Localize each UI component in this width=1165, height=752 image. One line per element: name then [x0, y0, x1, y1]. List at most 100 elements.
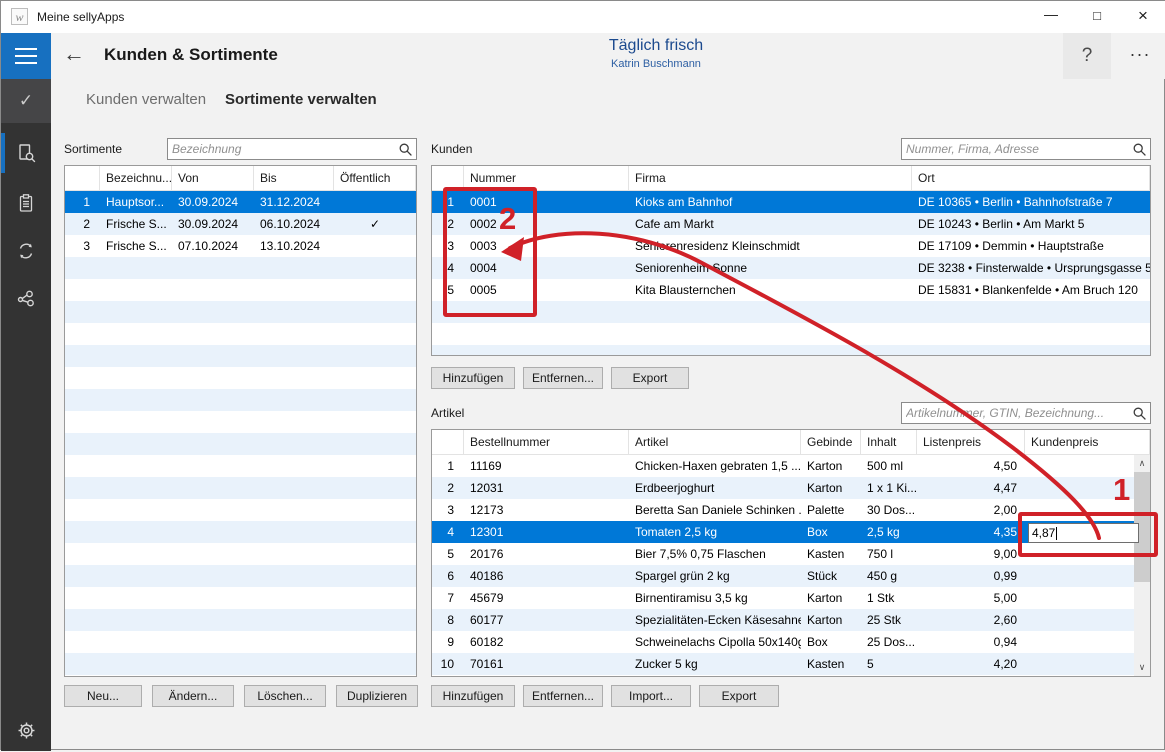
sidebar: ✓	[1, 79, 51, 751]
kunden-rows: 1 0001 Kioks am Bahnhof DE 10365 • Berli…	[432, 191, 1150, 355]
col-inhalt[interactable]: Inhalt	[861, 430, 917, 454]
col-gebinde[interactable]: Gebinde	[801, 430, 861, 454]
artikel-label: Artikel	[431, 406, 464, 420]
aendern-button[interactable]: Ändern...	[152, 685, 234, 707]
sortimente-actions: Neu... Ändern... Löschen... Duplizieren	[64, 685, 418, 707]
col-nummer[interactable]: Nummer	[464, 166, 629, 190]
kunden-label: Kunden	[431, 142, 472, 156]
table-row[interactable]: 4 0004 Seniorenheim Sonne DE 3238 • Fins…	[432, 257, 1150, 279]
sidebar-item-tasks[interactable]: ✓	[1, 79, 51, 123]
kunden-search-input[interactable]	[902, 142, 1133, 156]
scroll-up-icon[interactable]: ∧	[1134, 455, 1150, 472]
export-button[interactable]: Export	[699, 685, 779, 707]
artikel-table: Bestellnummer Artikel Gebinde Inhalt Lis…	[431, 429, 1151, 677]
app-header: ← Kunden & Sortimente Täglich frisch Kat…	[1, 33, 1165, 79]
table-row[interactable]: 5 0005 Kita Blausternchen DE 15831 • Bla…	[432, 279, 1150, 301]
gear-icon	[16, 720, 37, 741]
col-bis[interactable]: Bis	[254, 166, 334, 190]
sortimente-table-header: Bezeichnu... Von Bis Öffentlich	[65, 166, 416, 191]
col-artikel[interactable]: Artikel	[629, 430, 801, 454]
table-row[interactable]: 2 Frische S... 30.09.2024 06.10.2024 ✓	[65, 213, 416, 235]
search-icon[interactable]	[399, 143, 412, 156]
duplizieren-button[interactable]: Duplizieren	[336, 685, 418, 707]
col-kundenpreis[interactable]: Kundenpreis	[1025, 430, 1150, 454]
sidebar-item-settings[interactable]	[1, 708, 51, 752]
col-rownum[interactable]	[65, 166, 100, 190]
sidebar-item-catalog[interactable]	[1, 131, 51, 175]
more-button[interactable]: ···	[1117, 33, 1163, 79]
sortimente-search	[167, 138, 417, 160]
col-bezeichnung[interactable]: Bezeichnu...	[100, 166, 172, 190]
back-button[interactable]: ←	[63, 41, 85, 67]
sortimente-table: Bezeichnu... Von Bis Öffentlich 1 Haupts…	[64, 165, 417, 677]
titlebar: w Meine sellyApps — □ ×	[1, 1, 1165, 33]
sortimente-search-input[interactable]	[168, 142, 399, 156]
hinzufuegen-button[interactable]: Hinzufügen	[431, 685, 515, 707]
col-ort[interactable]: Ort	[912, 166, 1150, 190]
search-icon[interactable]	[1133, 143, 1146, 156]
sortimente-rows: 1 Hauptsor... 30.09.2024 31.12.2024 2 Fr…	[65, 191, 416, 676]
app-icon: w	[11, 8, 28, 25]
tab-sortimente-verwalten[interactable]: Sortimente verwalten	[225, 91, 377, 108]
scroll-down-icon[interactable]: ∨	[1134, 659, 1150, 676]
context-title: Täglich frisch	[456, 37, 856, 55]
close-button[interactable]: ×	[1120, 1, 1165, 33]
artikel-actions: Hinzufügen Entfernen... Import... Export	[431, 685, 779, 707]
app-title: Meine sellyApps	[37, 1, 124, 33]
export-button[interactable]: Export	[611, 367, 689, 389]
table-row[interactable]: 3 Frische S... 07.10.2024 13.10.2024	[65, 235, 416, 257]
vertical-scrollbar[interactable]: ∧ ∨	[1134, 455, 1150, 676]
table-row[interactable]: 10 70161 Zucker 5 kg Kasten 5 4,20	[432, 653, 1150, 675]
table-row[interactable]: 3 0003 Seniorenresidenz Kleinschmidt DE …	[432, 235, 1150, 257]
table-row[interactable]: 5 20176 Bier 7,5% 0,75 Flaschen Kasten 7…	[432, 543, 1150, 565]
search-icon[interactable]	[1133, 407, 1146, 420]
table-row[interactable]: 2 12031 Erdbeerjoghurt Karton 1 x 1 Ki..…	[432, 477, 1150, 499]
table-row[interactable]: 2 0002 Cafe am Markt DE 10243 • Berlin •…	[432, 213, 1150, 235]
table-row[interactable]: 1 Hauptsor... 30.09.2024 31.12.2024	[65, 191, 416, 213]
active-indicator	[1, 133, 5, 173]
col-rownum[interactable]	[432, 430, 464, 454]
table-row[interactable]: 6 40186 Spargel grün 2 kg Stück 450 g 0,…	[432, 565, 1150, 587]
maximize-button[interactable]: □	[1074, 1, 1120, 33]
menu-icon	[15, 48, 37, 50]
table-row[interactable]: 8 60177 Spezialitäten-Ecken Käsesahne Ka…	[432, 609, 1150, 631]
minimize-button[interactable]: —	[1028, 1, 1074, 33]
kunden-table-header: Nummer Firma Ort	[432, 166, 1150, 191]
hinzufuegen-button[interactable]: Hinzufügen	[431, 367, 515, 389]
entfernen-button[interactable]: Entfernen...	[523, 367, 603, 389]
clipboard-icon	[15, 192, 37, 214]
help-button[interactable]: ?	[1063, 33, 1111, 79]
app-window: { "window": { "title": "Meine sellyApps"…	[0, 0, 1165, 750]
catalog-search-icon	[15, 142, 37, 164]
sidebar-item-clipboard[interactable]	[1, 181, 51, 225]
share-icon	[15, 288, 37, 310]
neu-button[interactable]: Neu...	[64, 685, 142, 707]
artikel-search-input[interactable]	[902, 406, 1133, 420]
kunden-search	[901, 138, 1151, 160]
page-title: Kunden & Sortimente	[104, 45, 278, 65]
col-firma[interactable]: Firma	[629, 166, 912, 190]
col-bestellnummer[interactable]: Bestellnummer	[464, 430, 629, 454]
table-row[interactable]: 3 12173 Beretta San Daniele Schinken ...…	[432, 499, 1150, 521]
sidebar-item-share[interactable]	[1, 277, 51, 321]
table-row[interactable]: 9 60182 Schweinelachs Cipolla 50x140g Bo…	[432, 631, 1150, 653]
menu-button[interactable]	[1, 33, 51, 79]
table-row[interactable]: 7 45679 Birnentiramisu 3,5 kg Karton 1 S…	[432, 587, 1150, 609]
sync-icon	[15, 240, 37, 262]
col-rownum[interactable]	[432, 166, 464, 190]
col-listenpreis[interactable]: Listenpreis	[917, 430, 1025, 454]
col-von[interactable]: Von	[172, 166, 254, 190]
table-row[interactable]: 1 0001 Kioks am Bahnhof DE 10365 • Berli…	[432, 191, 1150, 213]
col-oeffentlich[interactable]: Öffentlich	[334, 166, 416, 190]
entfernen-button[interactable]: Entfernen...	[523, 685, 603, 707]
text-caret	[1056, 527, 1057, 540]
import-button[interactable]: Import...	[611, 685, 691, 707]
artikel-rows: 1 11169 Chicken-Haxen gebraten 1,5 ... K…	[432, 455, 1150, 676]
sidebar-item-sync[interactable]	[1, 229, 51, 273]
table-row[interactable]: 1 11169 Chicken-Haxen gebraten 1,5 ... K…	[432, 455, 1150, 477]
kunden-actions: Hinzufügen Entfernen... Export	[431, 367, 689, 389]
kundenpreis-edit-field[interactable]: 4,87	[1028, 523, 1139, 543]
loeschen-button[interactable]: Löschen...	[244, 685, 326, 707]
tab-kunden-verwalten[interactable]: Kunden verwalten	[86, 91, 206, 108]
context-user: Katrin Buschmann	[456, 58, 856, 70]
